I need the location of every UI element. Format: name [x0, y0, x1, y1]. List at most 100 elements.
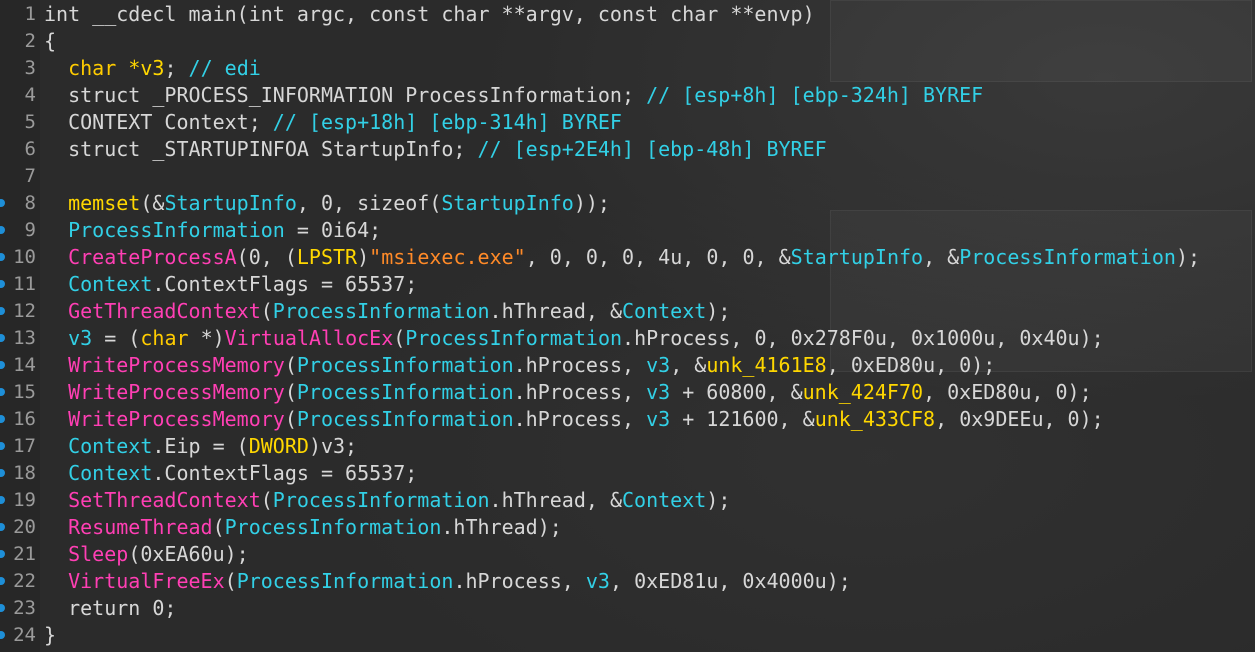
code-token-plain: , 0xED81u, 0x4000u);: [609, 569, 851, 593]
code-token-fn: ResumeThread: [68, 515, 213, 539]
code-token-plain: , 0xED80u, 0);: [923, 380, 1092, 404]
line-number: 18: [13, 462, 36, 484]
code-token-fn: VirtualFreeEx: [68, 569, 225, 593]
code-token-plain: (: [393, 326, 406, 350]
line-number: 2: [24, 30, 36, 52]
code-token-id: ProcessInformation: [405, 326, 623, 350]
code-token-plain: );: [706, 488, 731, 512]
code-token-plain: .hProcess,: [453, 569, 586, 593]
code-text: WriteProcessMemory(ProcessInformation.hP…: [44, 379, 1092, 406]
code-token-plain: .hThread, &: [489, 299, 622, 323]
code-token-plain: (: [284, 380, 297, 404]
code-token-fn: WriteProcessMemory: [68, 407, 285, 431]
background-wallpaper-panel: [830, 0, 1252, 82]
code-token-plain: , 0xED80u, 0);: [826, 353, 996, 377]
code-token-plain: (: [260, 488, 273, 512]
line-number: 10: [13, 246, 36, 268]
code-token-kw: char: [68, 56, 117, 80]
code-token-id: ProcessInformation: [68, 218, 285, 242]
line-number: 17: [13, 435, 36, 457]
code-token-fn: SetThreadContext: [68, 488, 261, 512]
line-number: 11: [13, 273, 36, 295]
code-text: CONTEXT Context; // [esp+18h] [ebp-314h]…: [44, 109, 622, 136]
code-text: ProcessInformation = 0i64;: [44, 217, 381, 244]
code-token-plain: ));: [573, 191, 610, 215]
line-number: 16: [13, 408, 36, 430]
code-token-id: ProcessInformation: [224, 515, 442, 539]
code-token-plain: , 0, 0, 0, 4u, 0, 0, &: [525, 245, 791, 269]
code-token-cmt: // [esp+18h] [ebp-314h] BYREF: [272, 110, 622, 134]
code-token-fn: CreateProcessA: [68, 245, 237, 269]
code-token-id: Context: [622, 488, 707, 512]
code-token-plain: .hProcess,: [513, 407, 647, 431]
code-token-id: ProcessInformation: [272, 488, 490, 512]
code-token-plain: .ContextFlags = 65537;: [152, 272, 418, 296]
pseudocode-editor[interactable]: 1 int __cdecl main(int argc, const char *…: [0, 0, 1255, 652]
code-token-var: unk_433CF8: [814, 407, 936, 431]
code-token-plain: .hProcess, 0, 0x278F0u, 0x1000u, 0x40u);: [622, 326, 1104, 350]
line-number: 22: [13, 570, 36, 592]
code-token-plain: return 0;: [44, 596, 177, 620]
line-number: 23: [13, 597, 36, 619]
code-token-id: v3: [646, 380, 671, 404]
code-text: Context.ContextFlags = 65537;: [44, 460, 417, 487]
line-number: 6: [24, 138, 36, 160]
code-token-id: v3: [68, 326, 93, 350]
code-token-id: StartupInfo: [790, 245, 924, 269]
code-token-plain: (: [284, 407, 297, 431]
code-token-fn: VirtualAllocEx: [224, 326, 394, 350]
code-text: WriteProcessMemory(ProcessInformation.hP…: [44, 352, 995, 379]
line-number: 19: [13, 489, 36, 511]
code-token-plain: ): [357, 245, 370, 269]
code-token-plain: int __cdecl main(int argc, const char **…: [44, 2, 815, 26]
line-number: 21: [13, 543, 36, 565]
code-token-id: ProcessInformation: [959, 245, 1176, 269]
code-token-plain: , &: [670, 353, 707, 377]
code-text: }: [44, 622, 56, 649]
code-text: memset(&StartupInfo, 0, sizeof(StartupIn…: [44, 190, 610, 217]
code-token-plain: , 0x9DEEu, 0);: [935, 407, 1104, 431]
code-token-plain: struct _STARTUPINFOA StartupInfo;: [44, 137, 478, 161]
code-token-plain: *): [188, 326, 225, 350]
code-token-plain: }: [44, 623, 57, 647]
code-token-var: *v3: [128, 56, 165, 80]
code-token-id: StartupInfo: [441, 191, 574, 215]
code-token-plain: = (: [92, 326, 141, 350]
line-number: 24: [13, 624, 36, 646]
code-token-plain: + 121600, &: [670, 407, 815, 431]
code-token-str: "msiexec.exe": [369, 245, 526, 269]
code-token-var: DWORD: [248, 434, 309, 458]
code-token-plain: , 0, sizeof(: [296, 191, 442, 215]
code-text: GetThreadContext(ProcessInformation.hThr…: [44, 298, 730, 325]
line-number: 3: [24, 57, 36, 79]
code-text: struct _STARTUPINFOA StartupInfo; // [es…: [44, 136, 827, 163]
code-text: WriteProcessMemory(ProcessInformation.hP…: [44, 406, 1104, 433]
code-token-plain: .hThread, &: [489, 488, 622, 512]
code-token-fn: GetThreadContext: [68, 299, 261, 323]
code-token-plain: (0, (: [236, 245, 297, 269]
code-token-var: unk_4161E8: [706, 353, 827, 377]
code-token-var: LPSTR: [296, 245, 358, 269]
code-text: {: [44, 28, 56, 55]
code-token-plain: (: [284, 353, 297, 377]
code-token-id: Context: [68, 272, 153, 296]
code-token-id: ProcessInformation: [296, 407, 514, 431]
code-token-var: memset: [68, 191, 141, 215]
line-number: 9: [24, 219, 36, 241]
code-token-id: ProcessInformation: [236, 569, 454, 593]
code-token-fn: WriteProcessMemory: [68, 380, 285, 404]
code-text: int __cdecl main(int argc, const char **…: [44, 1, 815, 28]
line-number: 7: [24, 165, 36, 187]
code-token-plain: (&: [140, 191, 165, 215]
